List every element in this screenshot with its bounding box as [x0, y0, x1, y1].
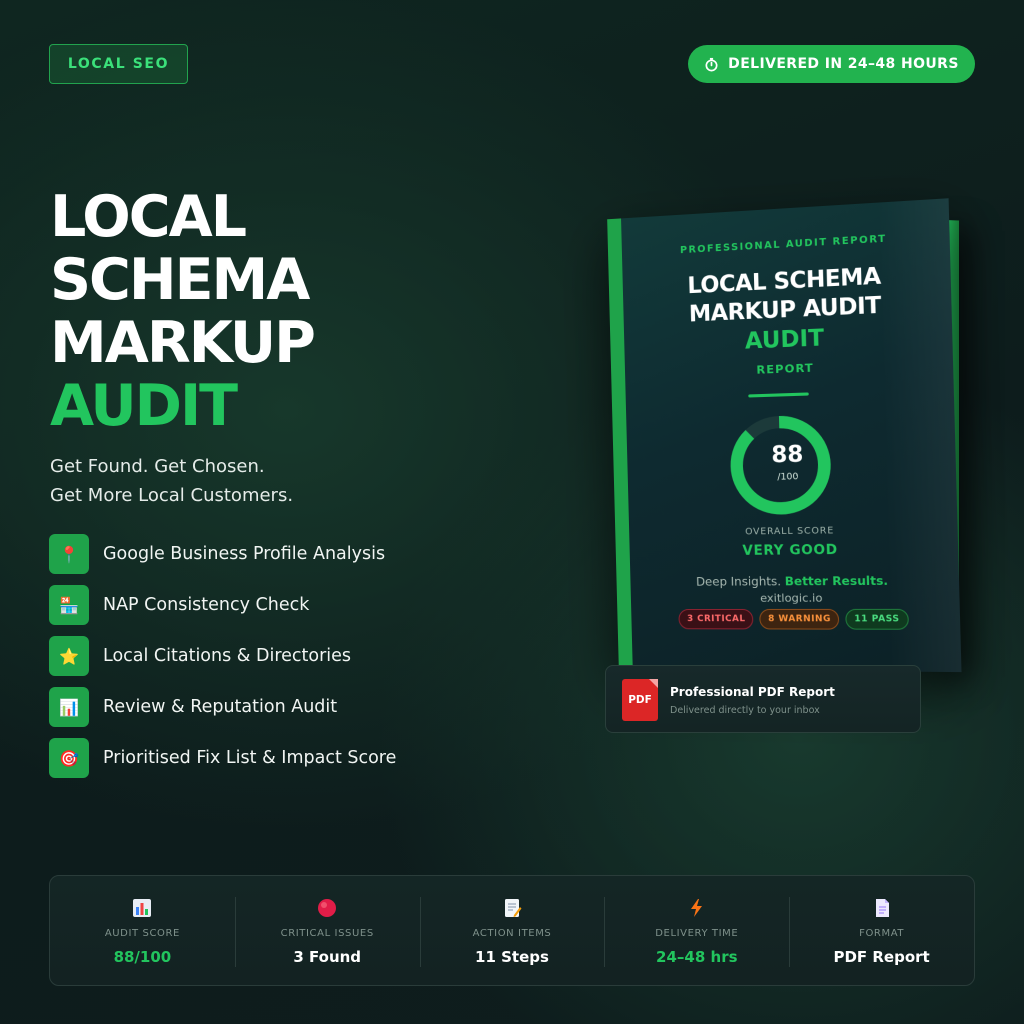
pdf-report-card: PDF Professional PDF Report Delivered di…: [605, 665, 921, 733]
stat-value: 24–48 hrs: [604, 948, 789, 966]
stat-value: PDF Report: [789, 948, 974, 966]
pdf-card-title: Professional PDF Report: [670, 685, 835, 699]
bar-chart-icon: 📊: [49, 687, 89, 727]
feature-item: 📊 Review & Reputation Audit: [49, 687, 396, 727]
red-circle-icon: [235, 898, 420, 920]
stat-format: FORMAT PDF Report: [789, 876, 974, 985]
book-score: 88: [627, 438, 956, 472]
tagline-green: Better Results.: [785, 573, 889, 588]
feature-label: Local Citations & Directories: [103, 646, 351, 666]
stats-bar: AUDIT SCORE 88/100 CRITICAL ISSUES 3 Fou…: [49, 875, 975, 986]
timer-icon: [704, 57, 719, 72]
delivery-badge: DELIVERED IN 24–48 HOURS: [688, 45, 975, 83]
subtitle-line-1: Get Found. Get Chosen.: [50, 452, 293, 481]
book-report-word: REPORT: [625, 356, 953, 382]
score-rating: VERY GOOD: [630, 541, 959, 560]
document-icon: [789, 898, 974, 920]
target-icon: 🎯: [49, 738, 89, 778]
stat-critical-issues: CRITICAL ISSUES 3 Found: [235, 876, 420, 985]
stat-value: 11 Steps: [420, 948, 605, 966]
pdf-icon: PDF: [622, 679, 658, 721]
stat-label: DELIVERY TIME: [604, 928, 789, 939]
hero-line-1: LOCAL: [50, 186, 314, 249]
hero-line-4: AUDIT: [50, 375, 314, 438]
stat-delivery-time: DELIVERY TIME 24–48 hrs: [604, 876, 789, 985]
hero-subtitle: Get Found. Get Chosen. Get More Local Cu…: [50, 452, 293, 510]
lightning-icon: [604, 898, 789, 920]
feature-item: 🎯 Prioritised Fix List & Impact Score: [49, 738, 396, 778]
feature-item: 📍 Google Business Profile Analysis: [49, 534, 396, 574]
feature-label: Google Business Profile Analysis: [103, 544, 385, 564]
book-divider: [748, 392, 809, 397]
subtitle-line-2: Get More Local Customers.: [50, 481, 293, 510]
feature-item: ⭐ Local Citations & Directories: [49, 636, 396, 676]
report-book-mockup: PROFESSIONAL AUDIT REPORT LOCAL SCHEMA M…: [605, 215, 965, 675]
star-icon: ⭐: [49, 636, 89, 676]
pass-badge: 11 PASS: [846, 609, 909, 630]
stat-value: 88/100: [50, 948, 235, 966]
hero-line-2: SCHEMA: [50, 249, 314, 312]
delivery-label: DELIVERED IN 24–48 HOURS: [728, 56, 959, 72]
tagline-plain: Deep Insights.: [696, 574, 781, 589]
hero-line-3: MARKUP: [50, 312, 314, 375]
feature-label: Prioritised Fix List & Impact Score: [103, 748, 396, 768]
warning-badge: 8 WARNING: [760, 609, 840, 630]
hero-title: LOCAL SCHEMA MARKUP AUDIT: [50, 186, 314, 438]
feature-label: NAP Consistency Check: [103, 595, 309, 615]
stat-value: 3 Found: [235, 948, 420, 966]
stat-label: CRITICAL ISSUES: [235, 928, 420, 939]
stat-label: AUDIT SCORE: [50, 928, 235, 939]
pin-icon: 📍: [49, 534, 89, 574]
overall-score-label: OVERALL SCORE: [629, 524, 958, 538]
book-kicker: PROFESSIONAL AUDIT REPORT: [622, 230, 950, 260]
book-tagline: Deep Insights. Better Results.: [630, 573, 959, 589]
stat-label: ACTION ITEMS: [420, 928, 605, 939]
critical-badge: 3 CRITICAL: [679, 609, 754, 629]
book-site: exitlogic.io: [631, 591, 960, 605]
feature-list: 📍 Google Business Profile Analysis 🏪 NAP…: [49, 534, 396, 789]
issue-badges: 3 CRITICAL 8 WARNING 11 PASS: [631, 609, 960, 630]
feature-item: 🏪 NAP Consistency Check: [49, 585, 396, 625]
store-icon: 🏪: [49, 585, 89, 625]
memo-icon: [420, 898, 605, 920]
stat-label: FORMAT: [789, 928, 974, 939]
stat-action-items: ACTION ITEMS 11 Steps: [420, 876, 605, 985]
book-cover: PROFESSIONAL AUDIT REPORT LOCAL SCHEMA M…: [607, 198, 961, 672]
feature-label: Review & Reputation Audit: [103, 697, 337, 717]
local-seo-tag: LOCAL SEO: [49, 44, 188, 84]
bar-chart-icon: [50, 898, 235, 920]
pdf-card-subtitle: Delivered directly to your inbox: [670, 705, 820, 716]
stat-audit-score: AUDIT SCORE 88/100: [50, 876, 235, 985]
